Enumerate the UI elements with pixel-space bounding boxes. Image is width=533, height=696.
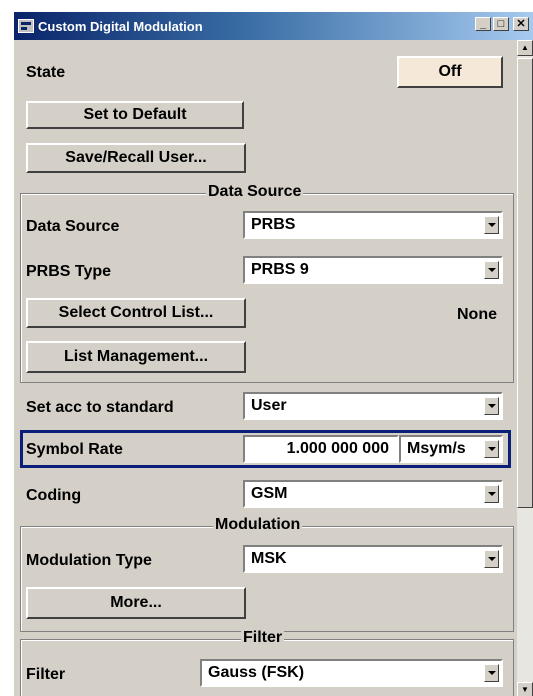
minimize-icon[interactable]: _: [475, 17, 491, 31]
coding-label: Coding: [26, 487, 82, 504]
filter-label: Filter: [26, 666, 66, 683]
chevron-down-icon[interactable]: [484, 216, 499, 234]
scrollbar-thumb[interactable]: [517, 58, 533, 508]
data-source-select[interactable]: PRBS: [243, 211, 503, 239]
modulation-group-title: Modulation: [213, 516, 303, 534]
data-source-group-title: Data Source: [206, 183, 304, 201]
chevron-down-icon[interactable]: [484, 397, 499, 415]
scroll-down-icon[interactable]: ▼: [517, 682, 533, 696]
state-label: State: [26, 64, 66, 81]
prbs-type-select[interactable]: PRBS 9: [243, 256, 503, 284]
filter-select[interactable]: Gauss (FSK): [200, 659, 503, 687]
data-source-label: Data Source: [26, 218, 120, 235]
dialog-content: State Off Set to Default Save/Recall Use…: [14, 40, 517, 696]
modulation-type-label: Modulation Type: [26, 552, 152, 569]
set-to-default-button[interactable]: Set to Default: [26, 101, 244, 129]
close-icon[interactable]: ✕: [513, 17, 529, 31]
coding-select[interactable]: GSM: [243, 480, 503, 508]
window-controls: _ □ ✕: [475, 17, 529, 31]
symbol-rate-input[interactable]: 1.000 000 000: [243, 435, 399, 463]
chevron-down-icon[interactable]: [484, 261, 499, 279]
title-bar[interactable]: Custom Digital Modulation _ □ ✕: [14, 12, 533, 40]
list-management-button[interactable]: List Management...: [26, 341, 246, 373]
state-toggle-button[interactable]: Off: [397, 56, 503, 88]
save-recall-user-button[interactable]: Save/Recall User...: [26, 143, 246, 173]
prbs-type-label: PRBS Type: [26, 263, 112, 280]
chevron-down-icon[interactable]: [484, 440, 499, 458]
chevron-down-icon[interactable]: [484, 550, 499, 568]
data-source-value: PRBS: [251, 216, 296, 233]
chevron-down-icon[interactable]: [484, 664, 499, 682]
control-list-value: None: [457, 306, 497, 323]
filter-group-title: Filter: [241, 629, 285, 647]
scroll-up-icon[interactable]: ▲: [517, 40, 533, 56]
standard-select[interactable]: User: [243, 392, 503, 420]
modulation-type-select[interactable]: MSK: [243, 545, 503, 573]
custom-digital-modulation-window: Custom Digital Modulation _ □ ✕ State Of…: [12, 10, 533, 696]
select-control-list-button[interactable]: Select Control List...: [26, 298, 246, 328]
prbs-type-value: PRBS 9: [251, 261, 309, 278]
app-icon: [18, 19, 34, 33]
window-title: Custom Digital Modulation: [38, 18, 203, 34]
symbol-rate-label: Symbol Rate: [26, 441, 123, 458]
standard-value: User: [251, 397, 287, 414]
maximize-icon[interactable]: □: [493, 17, 509, 31]
filter-value: Gauss (FSK): [208, 664, 305, 681]
more-button[interactable]: More...: [26, 587, 246, 619]
standard-label: Set acc to standard: [26, 399, 174, 416]
symbol-rate-unit-select[interactable]: Msym/s: [399, 435, 503, 463]
symbol-rate-unit: Msym/s: [407, 440, 466, 457]
modulation-type-value: MSK: [251, 550, 287, 567]
coding-value: GSM: [251, 485, 288, 502]
vertical-scrollbar[interactable]: ▲ ▼: [517, 40, 533, 696]
chevron-down-icon[interactable]: [484, 485, 499, 503]
